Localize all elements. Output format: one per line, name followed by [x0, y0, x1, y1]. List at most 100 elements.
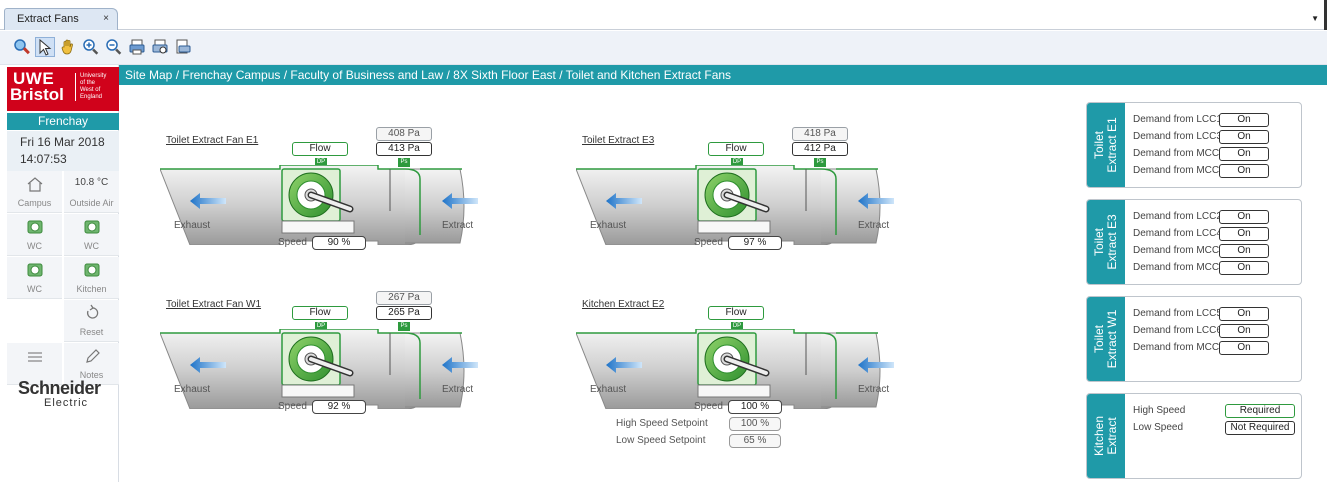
tab-extract-fans[interactable]: Extract Fans ×	[4, 8, 118, 30]
logo-university-text: University of the West of England	[75, 73, 106, 101]
home-icon	[27, 177, 43, 192]
speed-demand-status: Not Required	[1225, 421, 1295, 435]
low-speed-setpoint-label: Low Speed Setpoint	[616, 435, 706, 446]
pressure-setpoint[interactable]: 408 Pa	[376, 127, 432, 141]
pressure-setpoint[interactable]: 267 Pa	[376, 291, 432, 305]
extract-label: Extract	[442, 384, 474, 395]
extract-label: Extract	[858, 384, 890, 395]
pressure-reading: 412 Pa	[792, 142, 848, 156]
nav-wc-3[interactable]: WC	[7, 257, 62, 299]
page-setup-icon[interactable]	[173, 37, 193, 57]
current-time: 14:07:53	[20, 152, 67, 166]
fan-icon	[84, 263, 100, 277]
main-canvas: Toilet Extract Fan E1 408 Pa 413 Pa Flow…	[120, 85, 1327, 482]
speed-label: Speed	[694, 401, 723, 412]
fan-icon	[27, 220, 43, 234]
logo-bristol: Bristol	[10, 85, 64, 104]
close-icon[interactable]: ×	[103, 13, 109, 24]
extract-arrow-icon	[858, 193, 894, 209]
tab-dropdown-icon[interactable]: ▼	[1311, 14, 1319, 23]
panel-kitchen-extract: Kitchen Extract High Speed Required Low Sp…	[1086, 393, 1302, 479]
reset-icon	[86, 304, 99, 319]
demand-status: On	[1219, 164, 1269, 178]
fan-unit-e3: Toilet Extract E3 418 Pa 412 Pa Flow DP …	[576, 125, 916, 265]
speed-demand-status: Required	[1225, 404, 1295, 418]
fan-title[interactable]: Kitchen Extract E2	[582, 299, 664, 310]
panel-title: Kitchen Extract	[1087, 394, 1125, 478]
demand-row: Demand from LCC1 On	[1127, 113, 1299, 127]
demand-row: Demand from LCC3 On	[1127, 130, 1299, 144]
breadcrumb: Site Map / Frenchay Campus / Faculty of …	[119, 65, 1327, 85]
nav-campus[interactable]: Campus	[7, 171, 62, 213]
speed-demand-row: High Speed Required	[1127, 404, 1299, 418]
speed-value: 92 %	[312, 400, 366, 414]
pressure-reading: 265 Pa	[376, 306, 432, 320]
demand-status: On	[1219, 244, 1269, 258]
demand-status: On	[1219, 113, 1269, 127]
zoom-out-icon[interactable]	[104, 37, 124, 57]
panel-toilet-extract-e1: Toilet Extract E1 Demand from LCC1 On Dema…	[1086, 102, 1302, 188]
fan-unit-w1: Toilet Extract Fan W1 267 Pa 265 Pa Flow…	[160, 289, 500, 429]
nav-wc-2[interactable]: WC	[64, 214, 119, 256]
fan-unit-e1: Toilet Extract Fan E1 408 Pa 413 Pa Flow…	[160, 125, 500, 265]
nav-kitchen[interactable]: Kitchen	[64, 257, 119, 299]
demand-row: Demand from LCC2 On	[1127, 210, 1299, 224]
date-time-display: Fri 16 Mar 2018 14:07:53	[7, 131, 119, 171]
fan-title[interactable]: Toilet Extract Fan E1	[166, 135, 258, 146]
flow-status: Flow	[292, 142, 348, 156]
panel-title: Toilet Extract W1	[1087, 297, 1125, 381]
low-speed-setpoint-value[interactable]: 65 %	[729, 434, 781, 448]
exhaust-label: Exhaust	[590, 384, 627, 395]
outside-air: 10.8 °C Outside Air	[64, 171, 119, 213]
exhaust-arrow-icon	[190, 357, 226, 373]
demand-status: On	[1219, 130, 1269, 144]
demand-row: Demand from LCC6 On	[1127, 324, 1299, 338]
find-icon[interactable]	[12, 37, 32, 57]
menu-icon	[28, 352, 42, 362]
high-speed-setpoint-label: High Speed Setpoint	[616, 418, 708, 429]
outside-temperature: 10.8 °C	[74, 177, 109, 188]
uwe-bristol-logo: UWE Bristol University of the West of En…	[7, 67, 119, 111]
demand-row: Demand from LCC5 On	[1127, 307, 1299, 321]
exhaust-label: Exhaust	[174, 384, 211, 395]
schneider-electric-logo: Schneider Electric	[18, 378, 101, 409]
exhaust-arrow-icon	[190, 193, 226, 209]
fan-title[interactable]: Toilet Extract Fan W1	[166, 299, 261, 310]
extract-arrow-icon	[442, 357, 478, 373]
print-icon[interactable]	[127, 37, 147, 57]
demand-row: Demand from MCC4 On	[1127, 244, 1299, 258]
speed-value: 97 %	[728, 236, 782, 250]
toolbar	[0, 31, 1327, 65]
pan-hand-icon[interactable]	[58, 37, 78, 57]
extract-arrow-icon	[442, 193, 478, 209]
pointer-icon[interactable]	[35, 37, 55, 57]
pressure-setpoint[interactable]: 418 Pa	[792, 127, 848, 141]
fan-unit-kitchen-e2: Kitchen Extract E2 Flow DP Exhaust Extra…	[576, 289, 916, 459]
demand-status: On	[1219, 341, 1269, 355]
nav-wc-1[interactable]: WC	[7, 214, 62, 256]
demand-status: On	[1219, 147, 1269, 161]
speed-label: Speed	[278, 237, 307, 248]
demand-row: Demand from MCC5 On	[1127, 261, 1299, 275]
panel-title: Toilet Extract E1	[1087, 103, 1125, 187]
reset-button[interactable]: Reset	[64, 300, 119, 342]
fan-title[interactable]: Toilet Extract E3	[582, 135, 654, 146]
flow-status: Flow	[708, 306, 764, 320]
exhaust-label: Exhaust	[174, 220, 211, 231]
speed-value: 100 %	[728, 400, 782, 414]
demand-status: On	[1219, 210, 1269, 224]
speed-demand-row: Low Speed Not Required	[1127, 421, 1299, 435]
demand-row: Demand from LCC4 On	[1127, 227, 1299, 241]
demand-status: On	[1219, 307, 1269, 321]
demand-status: On	[1219, 261, 1269, 275]
sidebar: UWE Bristol University of the West of En…	[0, 65, 119, 482]
pressure-reading: 413 Pa	[376, 142, 432, 156]
speed-value: 90 %	[312, 236, 366, 250]
zoom-in-icon[interactable]	[81, 37, 101, 57]
extract-label: Extract	[442, 220, 474, 231]
flow-status: Flow	[708, 142, 764, 156]
fan-icon	[84, 220, 100, 234]
high-speed-setpoint-value[interactable]: 100 %	[729, 417, 781, 431]
print-preview-icon[interactable]	[150, 37, 170, 57]
extract-arrow-icon	[858, 357, 894, 373]
